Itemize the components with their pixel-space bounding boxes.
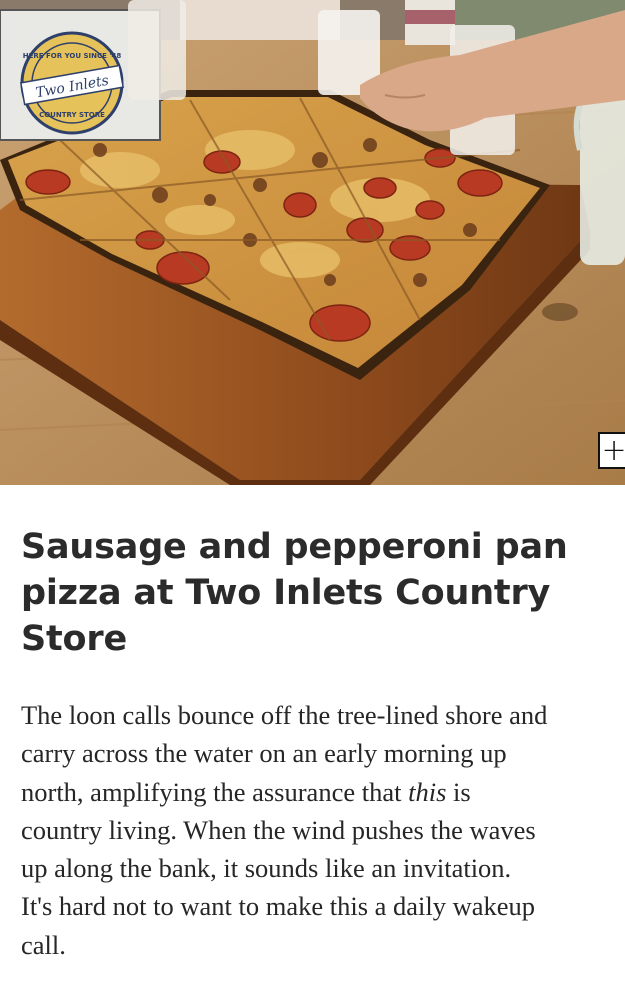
emphasized-word: this xyxy=(408,776,447,807)
cup-left xyxy=(128,0,186,100)
body-line: country living. When the wind pushes the… xyxy=(21,814,536,845)
body-line: carry across the water on an early morni… xyxy=(21,738,507,769)
body-line: north, amplifying the assurance that thi… xyxy=(21,773,625,811)
headline-line: Store xyxy=(21,619,127,659)
pizza-photo-illustration: HERE FOR YOU SINCE '48 Two Inlets COUNTR… xyxy=(0,0,625,485)
expand-photo-button[interactable]: + xyxy=(598,432,625,469)
body-line: call. xyxy=(21,929,66,960)
article-photo[interactable]: HERE FOR YOU SINCE '48 Two Inlets COUNTR… xyxy=(0,0,625,485)
body-text-segment: north, amplifying the assurance that xyxy=(21,776,409,807)
body-line: The loon calls bounce off the tree-lined… xyxy=(21,700,548,730)
body-text-segment: is xyxy=(446,776,471,807)
sign-tagline: HERE FOR YOU SINCE '48 xyxy=(23,52,122,60)
body-line: It's hard not to want to make this a dai… xyxy=(21,891,536,922)
headline-line: Sausage and pepperoni pan xyxy=(21,527,568,567)
sign-store-type: COUNTRY STORE xyxy=(39,111,105,119)
water-pitcher xyxy=(580,80,625,265)
plus-icon: + xyxy=(601,432,625,468)
article-headline: Sausage and pepperoni pan pizza at Two I… xyxy=(21,524,611,662)
table-knot xyxy=(542,303,578,321)
article-body: The loon calls bounce off the tree-lined… xyxy=(21,696,625,964)
body-line: up along the bank, it sounds like an inv… xyxy=(21,853,512,884)
headline-line: pizza at Two Inlets Country xyxy=(21,573,551,613)
